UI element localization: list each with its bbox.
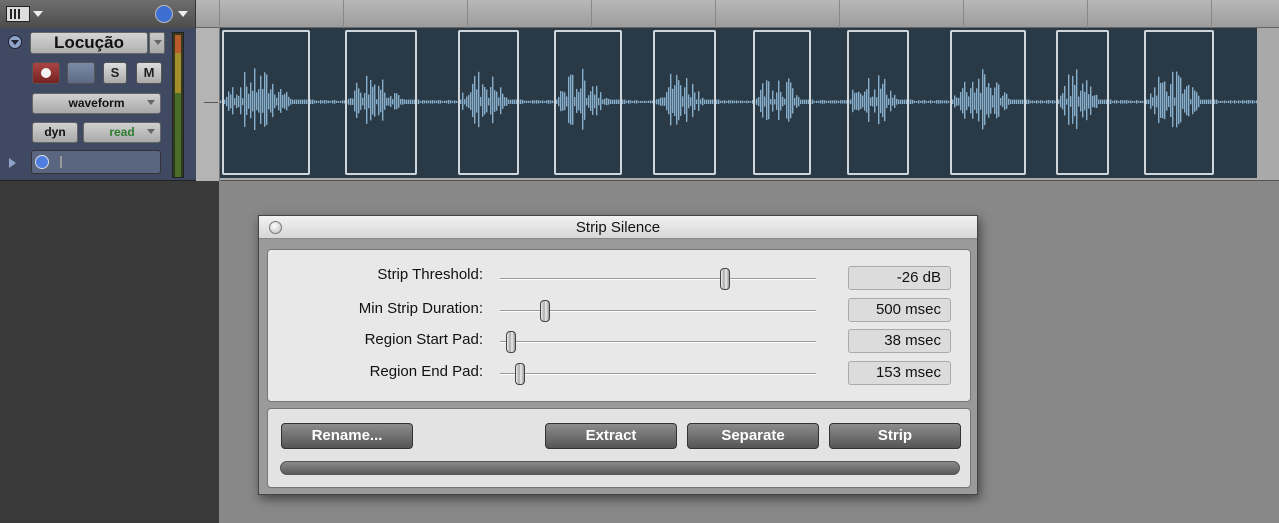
region-start-pad-value[interactable]: 38 msec [848,329,951,353]
empty-track-area [0,181,219,523]
ruler-tick [1211,0,1212,28]
track-options-icon[interactable] [8,35,22,49]
region[interactable] [554,30,622,175]
region-end-pad-value[interactable]: 153 msec [848,361,951,385]
ruler-tick [839,0,840,28]
region[interactable] [753,30,811,175]
region[interactable] [1056,30,1109,175]
min-strip-duration-value[interactable]: 500 msec [848,298,951,322]
timebase-clock-icon[interactable] [155,5,173,23]
ruler-tick [591,0,592,28]
min-strip-duration-knob[interactable] [539,300,550,322]
edit-window-header [0,0,196,28]
track-name-dropdown[interactable] [149,32,165,54]
progress-bar [280,461,960,475]
automation-mode-selector[interactable]: read [83,122,161,143]
pitch-fork-icon [60,156,62,168]
track-playlist [196,28,1279,181]
input-monitor-button[interactable] [67,62,95,84]
close-icon[interactable] [269,221,282,234]
expand-track-icon[interactable] [9,158,16,168]
region[interactable] [653,30,716,175]
parameters-panel: Strip Threshold: -26 dB Min Strip Durati… [267,249,971,402]
strip-threshold-value[interactable]: -26 dB [848,266,951,290]
region[interactable] [458,30,519,175]
actions-panel: Rename... Extract Separate Strip [267,408,971,488]
ruler-tick [715,0,716,28]
region-end-pad-knob[interactable] [515,363,526,385]
dialog-title-bar[interactable]: Strip Silence [259,216,977,239]
solo-button[interactable]: S [103,62,127,84]
strip-threshold-knob[interactable] [720,268,731,290]
chevron-down-icon [147,129,155,134]
chevron-down-icon [147,100,155,105]
strip-silence-dialog: Strip Silence Strip Threshold: -26 dB Mi… [258,215,978,495]
chevron-down-icon[interactable] [33,11,43,17]
region[interactable] [950,30,1026,175]
ruler-tick [467,0,468,28]
region-end-pad-slider[interactable] [500,373,816,375]
region[interactable] [1144,30,1214,175]
track-list-view-icon[interactable] [6,6,30,22]
region[interactable] [222,30,310,175]
track-view-selector[interactable]: waveform [32,93,161,114]
chevron-down-icon [154,40,162,45]
automation-mode-label: read [109,125,135,139]
voice-assignment-button[interactable] [31,150,161,174]
region-start-pad-slider[interactable] [500,341,816,343]
ruler-tick [219,0,220,28]
chevron-down-icon[interactable] [178,11,188,17]
strip-threshold-label: Strip Threshold: [377,266,483,283]
track-view-label: waveform [68,96,125,110]
ruler-tick [1087,0,1088,28]
region-end-pad-label: Region End Pad: [369,363,483,380]
extract-button[interactable]: Extract [545,423,677,449]
audio-clip[interactable] [220,28,1257,178]
track-level-meter [172,32,184,178]
record-icon [41,68,51,78]
mute-button[interactable]: M [136,62,162,84]
dialog-title: Strip Silence [575,219,661,236]
region-start-pad-knob[interactable] [506,331,517,353]
voice-icon [35,155,49,169]
ruler-tick [963,0,964,28]
ruler-tick [343,0,344,28]
region[interactable] [345,30,417,175]
lane-gutter [196,28,220,181]
region-start-pad-label: Region Start Pad: [364,331,483,348]
strip-threshold-slider[interactable] [500,278,816,280]
record-enable-button[interactable] [32,62,60,84]
strip-button[interactable]: Strip [829,423,961,449]
min-strip-duration-label: Min Strip Duration: [358,300,483,317]
rename-button[interactable]: Rename... [281,423,413,449]
dyn-button[interactable]: dyn [32,122,78,143]
track-name[interactable]: Locução [30,32,148,54]
separate-button[interactable]: Separate [687,423,819,449]
track-header: Locução S M waveform dyn read [0,28,196,181]
region[interactable] [847,30,909,175]
